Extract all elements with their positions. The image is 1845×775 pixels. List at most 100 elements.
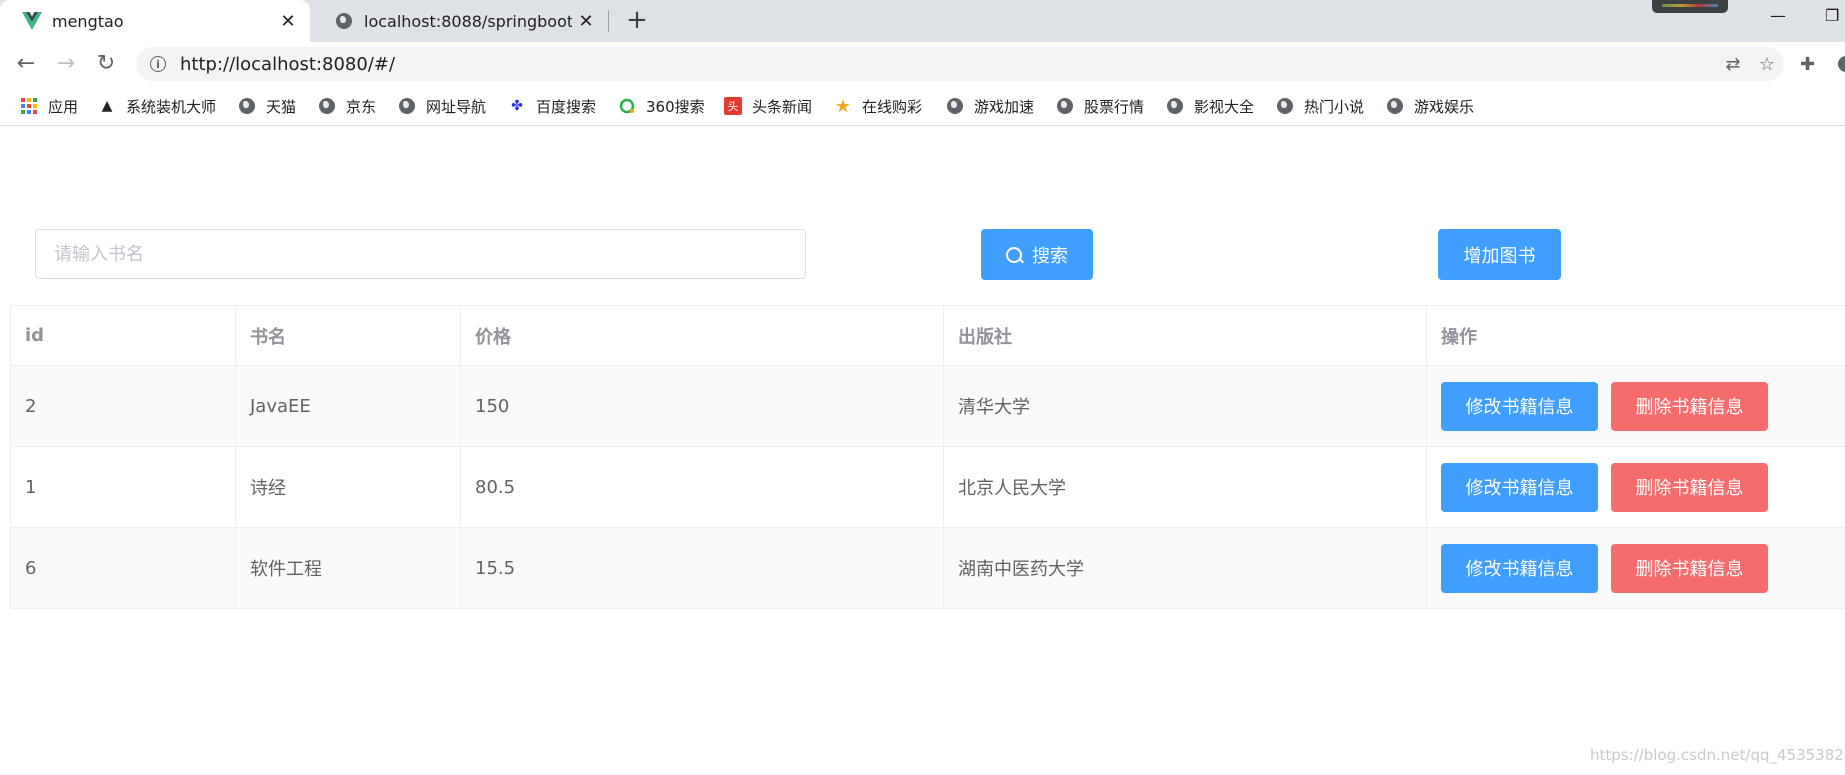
books-table: id 书名 价格 出版社 操作 2 JavaEE 150 清华大学 修改书籍信息… <box>10 305 1845 609</box>
toutiao-icon: 头 <box>724 97 742 115</box>
bookmark-label: 头条新闻 <box>752 97 813 116</box>
table-row: 2 JavaEE 150 清华大学 修改书籍信息 删除书籍信息 <box>10 365 1845 447</box>
apps-grid-icon <box>20 97 38 115</box>
bookmark-label: 百度搜索 <box>536 97 597 116</box>
column-header-id: id <box>10 305 236 366</box>
back-arrow-icon[interactable]: ← <box>12 50 40 78</box>
cell-id: 6 <box>10 527 236 609</box>
close-icon[interactable]: ✕ <box>274 11 302 32</box>
bookmark-label: 股票行情 <box>1084 97 1145 116</box>
bookmark-nav[interactable]: 网址导航 <box>398 95 486 117</box>
globe-icon <box>334 11 354 31</box>
forward-arrow-icon[interactable]: → <box>52 50 80 78</box>
minimize-icon[interactable]: — <box>1770 6 1786 25</box>
close-icon[interactable]: ✕ <box>572 11 600 32</box>
bookmark-stocks[interactable]: 股票行情 <box>1056 95 1144 117</box>
cell-name: 软件工程 <box>235 527 461 609</box>
cell-name: 诗经 <box>235 446 461 528</box>
address-bar[interactable]: i http://localhost:8080/#/ ⇄ ☆ <box>136 47 1784 81</box>
cell-actions: 修改书籍信息 删除书籍信息 <box>1426 365 1845 447</box>
bookmark-tmall[interactable]: 天猫 <box>238 95 296 117</box>
bookmark-360[interactable]: 360搜索 <box>618 95 705 117</box>
bookmark-label: 影视大全 <box>1194 97 1255 116</box>
cell-publisher: 清华大学 <box>943 365 1427 447</box>
cell-name: JavaEE <box>235 365 461 447</box>
bookmark-label: 游戏加速 <box>974 97 1035 116</box>
browser-toolbar: ← → ↻ i http://localhost:8080/#/ ⇄ ☆ ✚ <box>0 42 1845 86</box>
globe-icon <box>1276 97 1294 115</box>
cell-actions: 修改书籍信息 删除书籍信息 <box>1426 446 1845 528</box>
info-icon[interactable]: i <box>150 56 166 72</box>
table-row: 6 软件工程 15.5 湖南中医药大学 修改书籍信息 删除书籍信息 <box>10 527 1845 609</box>
bookmark-label: 应用 <box>48 97 79 116</box>
vue-logo-icon <box>22 11 42 31</box>
bookmark-label: 网址导航 <box>426 97 487 116</box>
column-header-publisher: 出版社 <box>943 305 1427 366</box>
bookmark-xitong[interactable]: ▲ 系统装机大师 <box>98 95 216 117</box>
bookmark-apps[interactable]: 应用 <box>20 95 78 117</box>
bookmark-baidu[interactable]: ✤ 百度搜索 <box>508 95 596 117</box>
tab-localhost-8088[interactable]: localhost:8088/springboot/del ✕ <box>312 0 608 42</box>
bookmark-label: 天猫 <box>266 97 297 116</box>
cell-price: 150 <box>460 365 944 447</box>
cell-id: 2 <box>10 365 236 447</box>
column-header-actions: 操作 <box>1426 305 1845 366</box>
search-button-label: 搜索 <box>1032 245 1068 267</box>
extensions-puzzle-icon[interactable]: ✚ <box>1800 54 1815 75</box>
globe-icon <box>238 97 256 115</box>
edit-book-button[interactable]: 修改书籍信息 <box>1441 381 1598 431</box>
bookmark-novels[interactable]: 热门小说 <box>1276 95 1364 117</box>
add-book-button[interactable]: 增加图书 <box>1438 229 1561 280</box>
address-url[interactable]: http://localhost:8080/#/ <box>180 54 1716 75</box>
bookmark-label: 在线购彩 <box>862 97 923 116</box>
column-header-price: 价格 <box>460 305 944 366</box>
edit-book-button[interactable]: 修改书籍信息 <box>1441 543 1598 593</box>
delete-book-button[interactable]: 删除书籍信息 <box>1611 462 1768 512</box>
globe-icon <box>946 97 964 115</box>
globe-icon <box>1056 97 1074 115</box>
edit-book-button[interactable]: 修改书籍信息 <box>1441 462 1598 512</box>
column-header-name: 书名 <box>235 305 461 366</box>
new-tab-button[interactable]: + <box>622 6 652 36</box>
tab-mengtao[interactable]: mengtao ✕ <box>0 0 310 42</box>
bookmark-game-accel[interactable]: 游戏加速 <box>946 95 1034 117</box>
tab-title: localhost:8088/springboot/del <box>364 11 572 31</box>
delete-book-button[interactable]: 删除书籍信息 <box>1611 381 1768 431</box>
restore-icon[interactable]: ❐ <box>1825 6 1839 25</box>
reload-icon[interactable]: ↻ <box>92 50 120 78</box>
globe-icon <box>1166 97 1184 115</box>
360-search-icon <box>618 97 636 115</box>
tab-separator <box>608 10 609 32</box>
profile-avatar-icon[interactable] <box>1838 56 1845 72</box>
globe-icon <box>1386 97 1404 115</box>
globe-icon <box>398 97 416 115</box>
cell-publisher: 湖南中医药大学 <box>943 527 1427 609</box>
table-row: 1 诗经 80.5 北京人民大学 修改书籍信息 删除书籍信息 <box>10 446 1845 528</box>
bookmark-label: 热门小说 <box>1304 97 1365 116</box>
translate-icon[interactable]: ⇄ <box>1716 54 1750 75</box>
bookmarks-bar: 应用 ▲ 系统装机大师 天猫 京东 网址导航 ✤ 百度搜索 360搜索 头 头条… <box>0 86 1845 126</box>
bookmark-lottery[interactable]: ★ 在线购彩 <box>834 95 922 117</box>
cell-actions: 修改书籍信息 删除书籍信息 <box>1426 527 1845 609</box>
cell-id: 1 <box>10 446 236 528</box>
star-bookmark-icon[interactable]: ☆ <box>1750 54 1784 75</box>
bookmark-label: 360搜索 <box>646 97 705 116</box>
tab-title: mengtao <box>52 11 124 31</box>
watermark: https://blog.csdn.net/qq_45353823 <box>1590 746 1845 764</box>
baidu-paw-icon: ✤ <box>511 98 523 114</box>
star-icon: ★ <box>834 95 852 117</box>
book-search-input[interactable] <box>35 229 806 279</box>
cell-publisher: 北京人民大学 <box>943 446 1427 528</box>
cell-price: 15.5 <box>460 527 944 609</box>
bookmark-games[interactable]: 游戏娱乐 <box>1386 95 1474 117</box>
cell-price: 80.5 <box>460 446 944 528</box>
search-icon <box>1006 246 1022 263</box>
bookmark-toutiao[interactable]: 头 头条新闻 <box>724 95 812 117</box>
globe-icon <box>318 97 336 115</box>
bookmark-movies[interactable]: 影视大全 <box>1166 95 1254 117</box>
delete-book-button[interactable]: 删除书籍信息 <box>1611 543 1768 593</box>
search-button[interactable]: 搜索 <box>981 229 1093 280</box>
page-content: 搜索 增加图书 id 书名 价格 出版社 操作 2 JavaEE 150 清华大… <box>0 127 1845 775</box>
table-header-row: id 书名 价格 出版社 操作 <box>10 305 1845 366</box>
bookmark-jd[interactable]: 京东 <box>318 95 376 117</box>
